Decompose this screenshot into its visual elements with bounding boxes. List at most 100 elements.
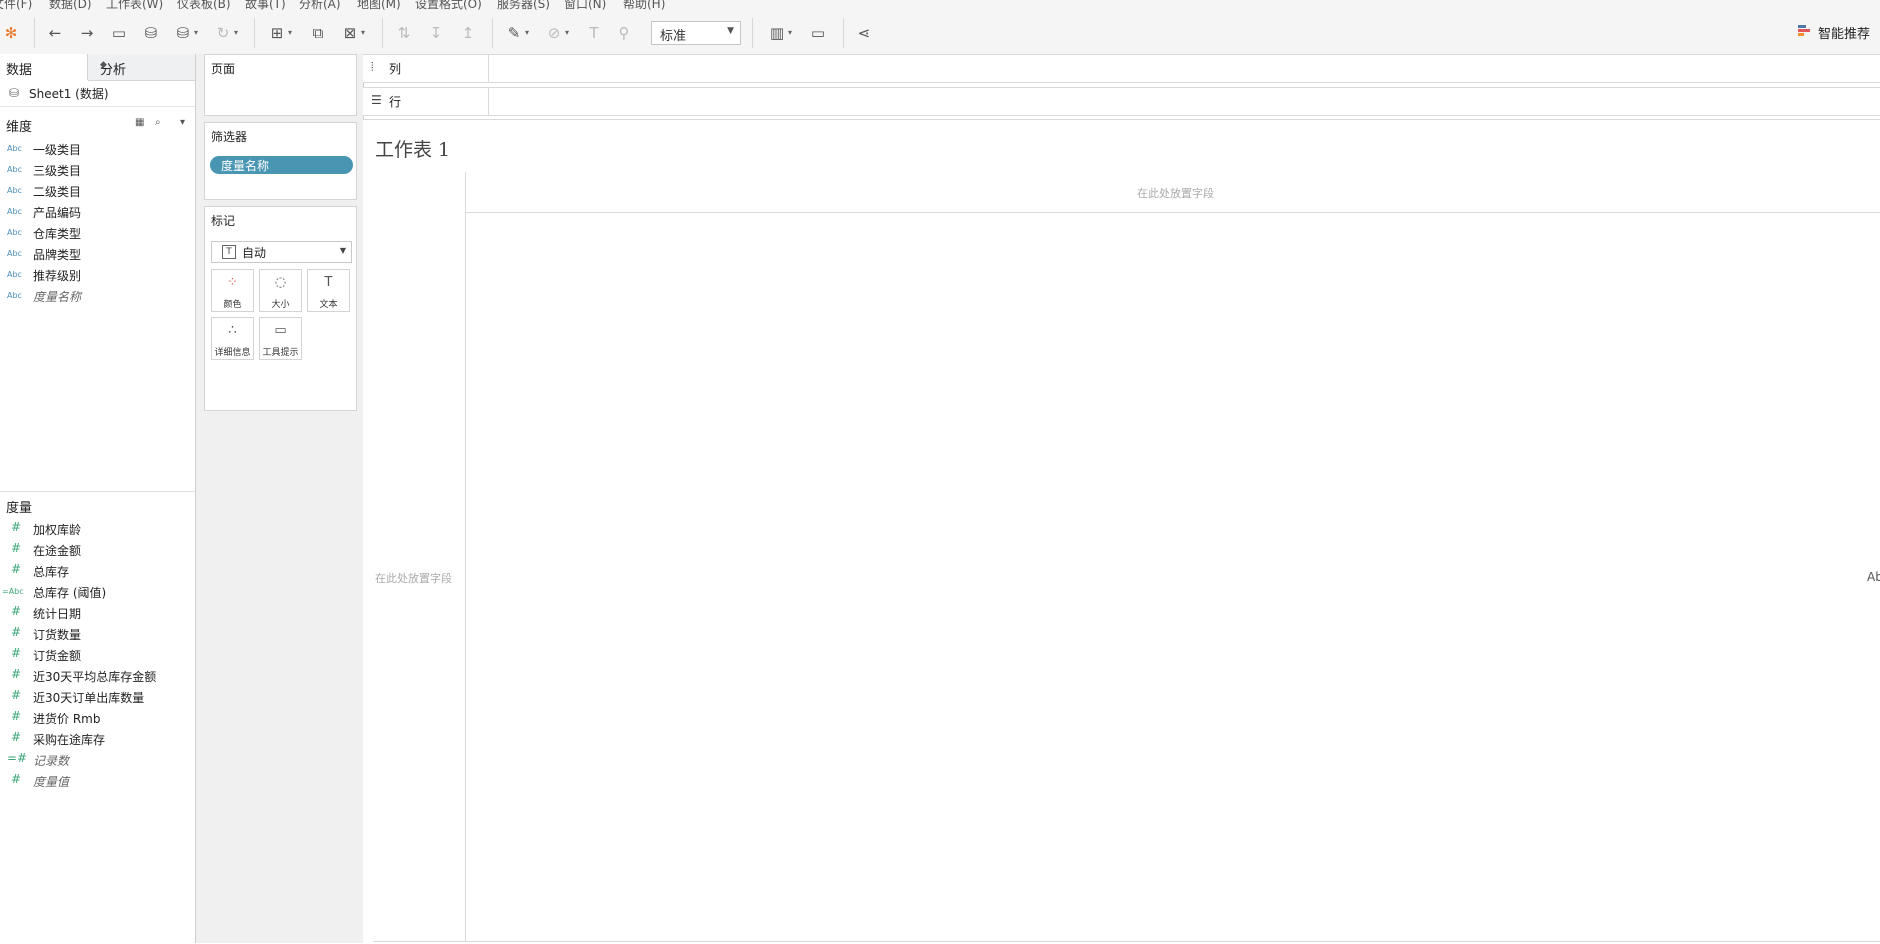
number-type-icon: # <box>11 730 22 744</box>
sort-ascending-icon[interactable]: ↧ <box>425 22 447 44</box>
measure-field[interactable]: =Abc 总库存 (阈值) <box>0 582 195 602</box>
dimension-field[interactable]: Abc 推荐级别 <box>0 265 195 285</box>
menu-server[interactable]: 服务器(S) <box>497 0 550 10</box>
field-name: 记录数 <box>33 754 70 768</box>
clear-sheet-icon[interactable]: ⊠ ▾ <box>339 22 365 44</box>
menu-bar: 文件(F) 数据(D) 工作表(W) 仪表板(B) 故事(T) 分析(A) 地图… <box>0 0 1880 10</box>
text-button[interactable]: T 文本 <box>307 269 350 312</box>
measure-field[interactable]: # 总库存 <box>0 561 195 581</box>
text-button-label: 文本 <box>319 300 338 310</box>
menu-dashboard[interactable]: 仪表板(B) <box>177 0 231 10</box>
dimension-field[interactable]: Abc 品牌类型 <box>0 244 195 264</box>
fit-dropdown[interactable]: 标准 ▼ <box>651 21 741 45</box>
minimize-icon[interactable]: ◆ <box>100 60 189 70</box>
cards-pane: 页面 筛选器 度量名称 标记 T 自动 ▼ ⁘ 颜色 ◌ 大小 T 文本 ∴ 详… <box>196 54 364 943</box>
field-name: 订货金额 <box>33 649 82 663</box>
measure-field[interactable]: # 采购在途库存 <box>0 729 195 749</box>
menu-worksheet[interactable]: 工作表(W) <box>106 0 163 10</box>
sort-descending-icon[interactable]: ↥ <box>457 22 479 44</box>
datasource-item[interactable]: ⛁ Sheet1 (数据) <box>0 80 195 107</box>
menu-data[interactable]: 数据(D) <box>49 0 92 10</box>
pages-card-title: 页面 <box>211 62 236 76</box>
highlight-icon[interactable]: ✎ ▾ <box>503 22 529 44</box>
measure-field[interactable]: # 统计日期 <box>0 603 195 623</box>
menu-window[interactable]: 窗口(N) <box>564 0 606 10</box>
dimension-field[interactable]: Abc 产品编码 <box>0 202 195 222</box>
show-cards-icon[interactable]: ▥ ▾ <box>766 22 792 44</box>
field-name: 总库存 (阈值) <box>33 586 107 600</box>
mark-type-dropdown[interactable]: T 自动 ▼ <box>211 241 352 263</box>
show-labels-icon[interactable]: T <box>583 22 605 44</box>
view-data-icon[interactable]: ▦ <box>135 117 144 128</box>
measure-field[interactable]: # 订货数量 <box>0 624 195 644</box>
field-name: 采购在途库存 <box>33 733 106 747</box>
marks-card[interactable]: 标记 T 自动 ▼ ⁘ 颜色 ◌ 大小 T 文本 ∴ 详细信息 ▭ 工具提示 <box>204 206 357 411</box>
menu-help[interactable]: 帮助(H) <box>623 0 665 10</box>
menu-story[interactable]: 故事(T) <box>245 0 286 10</box>
pause-updates-icon[interactable]: ⛁ ▾ <box>172 22 198 44</box>
field-name: 二级类目 <box>33 185 82 199</box>
string-type-icon: Abc <box>7 249 22 258</box>
string-type-icon: Abc <box>7 165 22 174</box>
detail-button-label: 详细信息 <box>214 348 251 358</box>
measure-field[interactable]: # 加权库龄 <box>0 519 195 539</box>
menu-format[interactable]: 设置格式(O) <box>415 0 482 10</box>
tab-data[interactable]: 数据 <box>0 54 88 80</box>
pane-tabs: 数据 分析 ◆ <box>0 54 195 81</box>
tableau-logo-icon[interactable]: ✻ <box>0 22 22 44</box>
database-icon: ⛁ <box>9 86 20 100</box>
measure-field[interactable]: =# 记录数 <box>0 750 195 770</box>
row-header-divider <box>465 172 466 941</box>
fix-axes-icon[interactable]: ⚲ <box>613 22 635 44</box>
color-button[interactable]: ⁘ 颜色 <box>211 269 254 312</box>
chevron-down-icon[interactable]: ▾ <box>180 117 185 128</box>
show-me-label: 智能推荐 <box>1818 27 1871 42</box>
string-type-icon: Abc <box>7 270 22 279</box>
tab-analysis[interactable]: 分析 ◆ <box>88 54 195 81</box>
dimension-field[interactable]: Abc 仓库类型 <box>0 223 195 243</box>
measure-field[interactable]: # 近30天平均总库存金额 <box>0 666 195 686</box>
pages-card[interactable]: 页面 <box>204 54 357 116</box>
menu-map[interactable]: 地图(M) <box>357 0 401 10</box>
calculated-string-type-icon: =Abc <box>2 587 24 596</box>
pane-divider[interactable] <box>0 491 195 492</box>
size-button[interactable]: ◌ 大小 <box>259 269 302 312</box>
dimension-field[interactable]: Abc 度量名称 <box>0 286 195 306</box>
columns-shelf[interactable]: ⦙ 列 <box>363 54 1880 83</box>
menu-file[interactable]: 文件(F) <box>0 0 32 10</box>
drop-field-columns-zone[interactable]: 在此处放置字段 <box>1137 185 1214 201</box>
detail-button[interactable]: ∴ 详细信息 <box>211 317 254 360</box>
menu-analysis[interactable]: 分析(A) <box>299 0 341 10</box>
tooltip-button[interactable]: ▭ 工具提示 <box>259 317 302 360</box>
tab-data-label: 数据 <box>6 63 33 78</box>
dimension-field[interactable]: Abc 二级类目 <box>0 181 195 201</box>
view-area[interactable] <box>363 119 1880 944</box>
show-me-button[interactable]: 智能推荐 <box>1798 22 1880 44</box>
rows-shelf[interactable]: ☰ 行 <box>363 87 1880 116</box>
undo-icon[interactable]: ← <box>44 22 66 44</box>
share-icon[interactable]: ⋖ <box>853 22 875 44</box>
new-worksheet-icon[interactable]: ⊞ ▾ <box>266 22 292 44</box>
measure-field[interactable]: # 订货金额 <box>0 645 195 665</box>
group-icon[interactable]: ⊘ ▾ <box>543 22 569 44</box>
dimension-field[interactable]: Abc 一级类目 <box>0 139 195 159</box>
measure-field[interactable]: # 在途金额 <box>0 540 195 560</box>
measure-field[interactable]: # 进货价 Rmb <box>0 708 195 728</box>
presentation-mode-icon[interactable]: ▭ <box>807 22 829 44</box>
measure-field[interactable]: # 近30天订单出库数量 <box>0 687 195 707</box>
new-datasource-icon[interactable]: ⛁ <box>140 22 162 44</box>
search-icon[interactable]: ⌕ <box>155 117 161 128</box>
duplicate-sheet-icon[interactable]: ⧉ <box>307 22 329 44</box>
filters-card[interactable]: 筛选器 度量名称 <box>204 122 357 200</box>
field-name: 订货数量 <box>33 628 82 642</box>
dimension-field[interactable]: Abc 三级类目 <box>0 160 195 180</box>
drop-field-rows-zone[interactable]: 在此处放置字段 <box>375 570 452 586</box>
measure-field[interactable]: # 度量值 <box>0 771 195 791</box>
save-icon[interactable]: ▭ <box>108 22 130 44</box>
swap-rows-columns-icon[interactable]: ⇅ <box>393 22 415 44</box>
refresh-icon[interactable]: ↻ ▾ <box>212 22 238 44</box>
field-name: 度量值 <box>33 775 70 789</box>
toolbar-separator <box>752 18 753 48</box>
redo-icon[interactable]: → <box>76 22 98 44</box>
filter-pill[interactable]: 度量名称 <box>210 156 353 174</box>
